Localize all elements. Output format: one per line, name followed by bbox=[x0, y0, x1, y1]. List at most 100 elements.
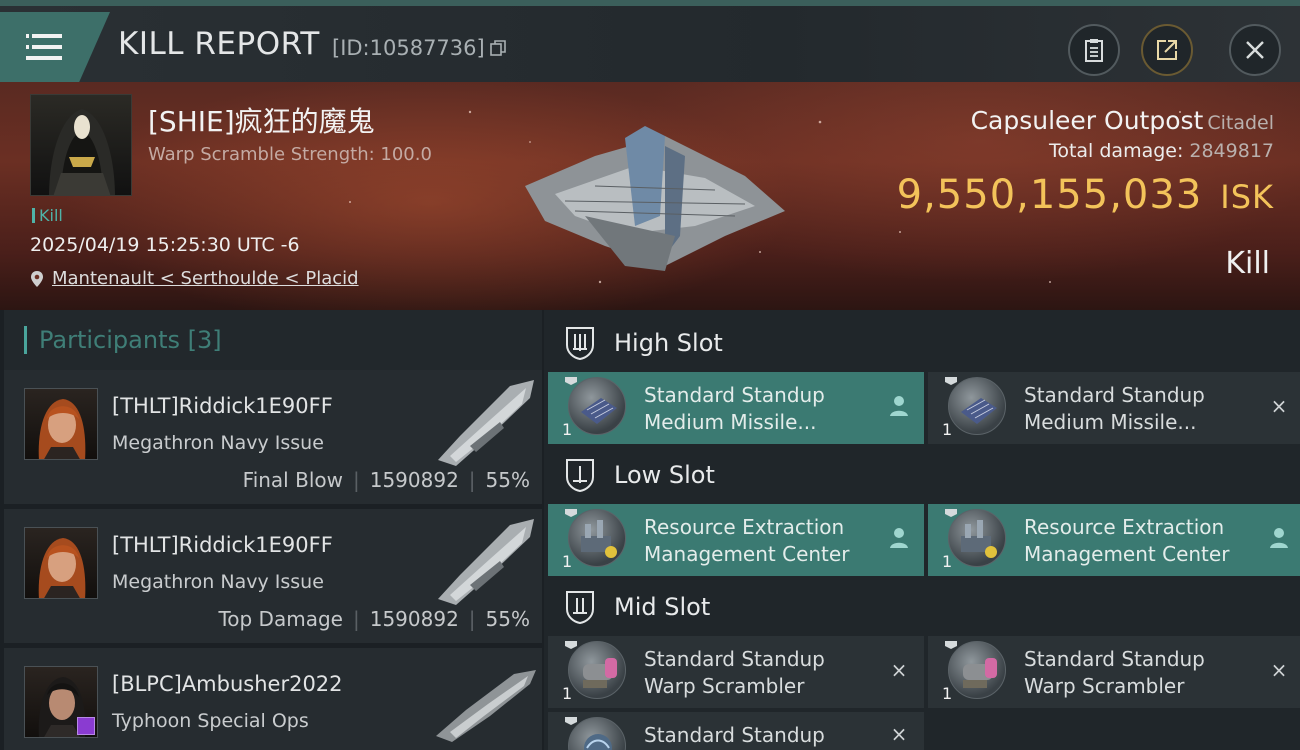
module-tag-icon bbox=[945, 641, 957, 649]
module-name-line1: Resource Extraction bbox=[1024, 515, 1225, 539]
kill-summary-banner: [SHIE]疯狂的魔鬼 Warp Scramble Strength: 100.… bbox=[0, 82, 1300, 310]
close-button[interactable] bbox=[1229, 24, 1281, 76]
participant-damage: 1590892 bbox=[369, 607, 459, 631]
participant-row[interactable]: [BLPC]Ambusher2022 Typhoon Special Ops bbox=[4, 648, 542, 750]
participant-stats: Final Blow | 1590892 | 55% bbox=[242, 468, 530, 492]
page-title: KILL REPORT bbox=[118, 26, 320, 62]
share-button[interactable] bbox=[1141, 24, 1193, 76]
person-icon bbox=[890, 396, 908, 416]
module-item[interactable]: 1 Standard Standup Warp Scrambler × bbox=[928, 636, 1300, 708]
person-icon bbox=[1270, 528, 1288, 548]
kill-timestamp: 2025/04/19 15:25:30 UTC -6 bbox=[30, 234, 300, 256]
module-name-line2: Warp Scrambler bbox=[1024, 674, 1185, 698]
close-icon bbox=[1246, 41, 1264, 59]
low-slot-header: Low Slot bbox=[544, 444, 1300, 506]
participant-role: Top Damage bbox=[218, 607, 343, 631]
module-tag-icon bbox=[945, 377, 957, 385]
share-icon bbox=[1157, 40, 1177, 60]
module-name-line2: Medium Missile... bbox=[1024, 410, 1197, 434]
module-quantity: 1 bbox=[942, 684, 953, 703]
participants-header: Participants [3] bbox=[4, 310, 542, 370]
module-name: Resource Extraction Management Center bbox=[644, 514, 849, 568]
module-item[interactable]: 1 Standard Standup Medium Missile... bbox=[548, 372, 924, 444]
menu-icon bbox=[26, 34, 62, 60]
kill-id-text: [ID:10587736] bbox=[332, 36, 485, 60]
module-tag-icon bbox=[945, 509, 957, 517]
participant-name: [THLT]Riddick1E90FF bbox=[112, 533, 333, 557]
copy-icon[interactable] bbox=[489, 39, 507, 57]
avatar[interactable] bbox=[24, 666, 98, 738]
location-pin-icon bbox=[31, 270, 43, 287]
victim-name: [SHIE]疯狂的魔鬼 bbox=[148, 105, 375, 138]
target-name: Capsuleer Outpost bbox=[970, 106, 1204, 135]
module-name-line1: Standard Standup bbox=[1024, 383, 1205, 407]
participant-ship: Megathron Navy Issue bbox=[112, 432, 324, 454]
location-link[interactable]: Mantenault < Serthoulde < Placid bbox=[52, 268, 359, 289]
low-slot-title: Low Slot bbox=[614, 461, 715, 489]
participant-stats: Top Damage | 1590892 | 55% bbox=[218, 607, 530, 631]
participant-percent: 55% bbox=[485, 468, 530, 492]
participant-row[interactable]: [THLT]Riddick1E90FF Megathron Navy Issue… bbox=[4, 509, 542, 643]
clipboard-icon bbox=[1085, 39, 1103, 62]
module-name-line2: Management Center bbox=[1024, 542, 1230, 566]
module-quantity: 1 bbox=[562, 552, 573, 571]
participant-ship-image bbox=[436, 670, 536, 742]
module-name-line2: Warp Scrambler bbox=[644, 674, 805, 698]
destroyed-icon: × bbox=[890, 658, 908, 682]
fitting-panel: High Slot 1 Standard Standup Medium Miss… bbox=[544, 310, 1300, 750]
high-slot-icon bbox=[566, 327, 594, 361]
mid-slot-icon bbox=[566, 591, 594, 625]
total-damage-label: Total damage: bbox=[1048, 140, 1184, 162]
participant-damage: 1590892 bbox=[369, 468, 459, 492]
module-item[interactable]: 1 Resource Extraction Management Center bbox=[928, 504, 1300, 576]
victim-portrait[interactable] bbox=[30, 94, 132, 196]
module-name-line2: Management Center bbox=[644, 542, 850, 566]
module-name: Standard Standup bbox=[644, 722, 825, 749]
participants-title: Participants bbox=[39, 326, 180, 354]
module-quantity: 1 bbox=[942, 420, 953, 439]
clipboard-button[interactable] bbox=[1068, 24, 1120, 76]
kill-type-label: Kill bbox=[39, 206, 63, 225]
module-name: Standard Standup Medium Missile... bbox=[644, 382, 825, 436]
module-name: Standard Standup Warp Scrambler bbox=[1024, 646, 1205, 700]
module-item[interactable]: 1 Resource Extraction Management Center bbox=[548, 504, 924, 576]
module-tag-icon bbox=[565, 641, 577, 649]
target-structure: Capsuleer Outpost Citadel bbox=[971, 106, 1274, 135]
isk-unit: ISK bbox=[1220, 178, 1274, 216]
module-name-line1: Resource Extraction bbox=[644, 515, 845, 539]
module-name-line1: Standard Standup bbox=[1024, 647, 1205, 671]
total-damage-value: 2849817 bbox=[1189, 140, 1274, 162]
result-label: Kill bbox=[1225, 246, 1270, 281]
destroyed-icon: × bbox=[890, 722, 908, 746]
module-quantity: 1 bbox=[562, 420, 573, 439]
module-item[interactable]: Standard Standup × bbox=[548, 712, 924, 750]
kill-id: [ID:10587736] bbox=[332, 36, 507, 60]
module-item[interactable]: 1 Standard Standup Medium Missile... × bbox=[928, 372, 1300, 444]
kill-location[interactable]: Mantenault < Serthoulde < Placid bbox=[30, 268, 359, 289]
destroyed-icon: × bbox=[1270, 394, 1288, 418]
module-name-line2: Medium Missile... bbox=[644, 410, 817, 434]
menu-button[interactable] bbox=[0, 12, 110, 82]
destroyed-structure-image bbox=[525, 126, 785, 271]
isk-amount: 9,550,155,033 bbox=[896, 172, 1203, 218]
participant-role: Final Blow bbox=[242, 468, 343, 492]
module-tag-icon bbox=[565, 717, 577, 725]
module-quantity: 1 bbox=[942, 552, 953, 571]
participant-ship-image bbox=[438, 519, 534, 605]
participant-name: [THLT]Riddick1E90FF bbox=[112, 394, 333, 418]
module-quantity: 1 bbox=[562, 684, 573, 703]
module-name: Resource Extraction Management Center bbox=[1024, 514, 1229, 568]
person-icon bbox=[890, 528, 908, 548]
module-name-line1: Standard Standup bbox=[644, 383, 825, 407]
victim-detail: Warp Scramble Strength: 100.0 bbox=[148, 144, 432, 165]
participant-row[interactable]: [THLT]Riddick1E90FF Megathron Navy Issue… bbox=[4, 370, 542, 504]
module-tag-icon bbox=[565, 377, 577, 385]
avatar[interactable] bbox=[24, 527, 98, 599]
total-damage: Total damage: 2849817 bbox=[1049, 140, 1274, 162]
avatar[interactable] bbox=[24, 388, 98, 460]
module-name: Standard Standup Medium Missile... bbox=[1024, 382, 1205, 436]
high-slot-title: High Slot bbox=[614, 329, 723, 357]
module-name-line1: Standard Standup bbox=[644, 647, 825, 671]
module-item[interactable]: 1 Standard Standup Warp Scrambler × bbox=[548, 636, 924, 708]
rank-badge-icon bbox=[77, 717, 95, 735]
